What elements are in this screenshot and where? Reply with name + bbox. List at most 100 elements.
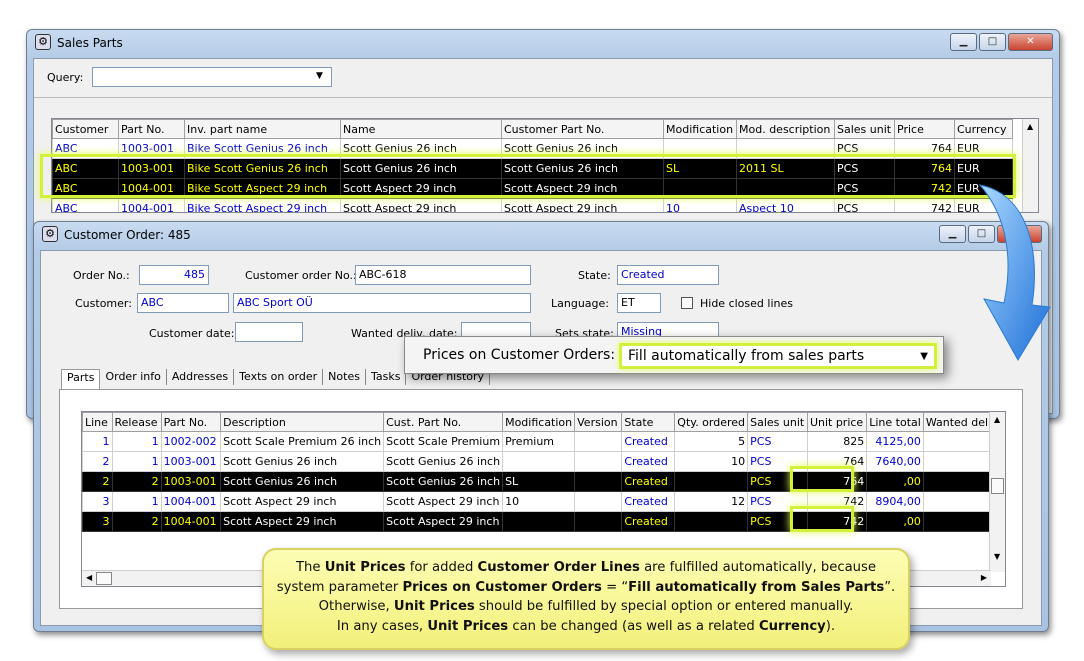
table-cell: [574, 491, 623, 512]
close-icon[interactable]: ✕: [1008, 33, 1053, 51]
window-title: Customer Order: 485: [64, 228, 191, 242]
column-header[interactable]: Line total: [866, 412, 924, 432]
table-row[interactable]: 3 2 1004-001 Scott Aspect 29 inch Scott Aspe…: [82, 511, 1005, 532]
customer-order-titlebar[interactable]: ⚙ Customer Order: 485 ▁ □ ✕: [34, 222, 1048, 248]
column-header[interactable]: Mod. description: [736, 119, 835, 139]
column-header[interactable]: Name: [340, 119, 502, 139]
hscroll-thumb[interactable]: [96, 572, 112, 585]
app-icon: ⚙: [35, 34, 51, 50]
column-header[interactable]: Cust. Part No.: [383, 412, 504, 432]
scroll-up-icon[interactable]: ▲: [994, 415, 1000, 424]
column-header[interactable]: Modification: [502, 412, 576, 432]
tab-notes[interactable]: Notes: [323, 369, 366, 385]
system-parameter-popup: Prices on Customer Orders: Fill automati…: [404, 336, 944, 374]
column-header[interactable]: Sales unit: [834, 119, 895, 139]
table-cell: Scott Scale Premium 26 inch: [220, 431, 385, 452]
maximize-icon[interactable]: □: [979, 33, 1006, 51]
scroll-right-icon[interactable]: ▶: [981, 573, 987, 582]
language-field[interactable]: ET: [617, 293, 661, 313]
table-cell: 2: [82, 451, 113, 472]
table-cell: [502, 511, 576, 532]
table-cell: [574, 511, 623, 532]
tab-order-info[interactable]: Order info: [100, 369, 167, 385]
table-cell: ABC: [52, 198, 119, 212]
table-cell: 1003-001: [160, 471, 222, 492]
customer-order-no-field[interactable]: ABC-618: [355, 265, 531, 285]
table-cell: Created: [621, 491, 676, 512]
column-header[interactable]: Description: [220, 412, 385, 432]
table-cell: [674, 471, 749, 492]
table-cell: 1: [111, 491, 162, 512]
table-cell: ,00: [866, 511, 924, 532]
column-header[interactable]: Currency: [954, 119, 1013, 139]
hide-closed-checkbox[interactable]: [681, 297, 693, 309]
minimize-icon[interactable]: ▁: [950, 33, 977, 51]
customer-order-no-label: Customer order No.:: [245, 269, 357, 282]
tab-addresses[interactable]: Addresses: [167, 369, 235, 385]
order-no-field[interactable]: 485: [139, 265, 209, 285]
table-cell: Scott Aspect 29 inch: [501, 198, 664, 212]
scroll-thumb[interactable]: [991, 478, 1004, 494]
column-header[interactable]: Line: [82, 412, 113, 432]
customer-name-field: ABC Sport OÜ: [233, 293, 531, 313]
table-cell: [502, 451, 576, 472]
table-cell: 1004-001: [160, 491, 222, 512]
scroll-down-icon[interactable]: ▼: [994, 552, 1000, 561]
table-cell: [674, 511, 749, 532]
table-cell: Scott Scale Premium: [383, 431, 504, 452]
table-cell: Scott Genius 26 inch: [220, 471, 385, 492]
table-cell: 1002-002: [160, 431, 222, 452]
column-header[interactable]: Modification: [663, 119, 737, 139]
sales-highlight: [40, 154, 1016, 198]
tab-parts[interactable]: Parts: [61, 369, 101, 389]
table-cell: Scott Genius 26 inch: [383, 471, 504, 492]
chevron-down-icon[interactable]: ▼: [316, 71, 323, 81]
table-cell: 7640,00: [866, 451, 924, 472]
table-cell: 2: [82, 471, 113, 492]
scroll-left-icon[interactable]: ◀: [86, 573, 92, 582]
chevron-down-icon[interactable]: ▼: [920, 351, 928, 362]
table-cell: Created: [621, 451, 676, 472]
customer-field[interactable]: ABC: [137, 293, 229, 313]
table-row[interactable]: 2 2 1003-001 Scott Genius 26 inch Scott Geni…: [82, 471, 1005, 492]
column-header[interactable]: State: [621, 412, 676, 432]
arrow-icon: [978, 184, 1051, 361]
table-row[interactable]: 1 1 1002-002 Scott Scale Premium 26 inch Sco…: [82, 431, 1005, 452]
column-header[interactable]: Customer Part No.: [501, 119, 664, 139]
column-header[interactable]: Version: [574, 412, 623, 432]
table-row[interactable]: 2 1 1003-001 Scott Genius 26 inch Scott Geni…: [82, 451, 1005, 472]
minimize-icon[interactable]: ▁: [939, 225, 966, 243]
column-header[interactable]: Part No.: [160, 412, 222, 432]
table-cell: Created: [621, 471, 676, 492]
table-row[interactable]: 3 1 1004-001 Scott Aspect 29 inch Scott Aspe…: [82, 491, 1005, 512]
column-header[interactable]: Release: [111, 412, 162, 432]
column-header[interactable]: Price: [894, 119, 955, 139]
table-cell: Aspect 10: [736, 198, 835, 212]
vertical-scrollbar[interactable]: ▲ ▼: [989, 412, 1005, 572]
column-header[interactable]: Qty. ordered: [674, 412, 749, 432]
table-cell: Created: [621, 511, 676, 532]
customer-date-field[interactable]: [235, 322, 303, 342]
column-header[interactable]: Sales unit: [747, 412, 808, 432]
table-cell: Bike Scott Aspect 29 inch: [184, 198, 341, 212]
table-cell: 825: [806, 431, 868, 452]
tab-tasks[interactable]: Tasks: [366, 369, 407, 385]
unit-price-highlight-2: [790, 506, 854, 532]
column-header[interactable]: Unit price: [806, 412, 868, 432]
tab-texts-on-order[interactable]: Texts on order: [234, 369, 324, 385]
column-header[interactable]: Customer: [52, 119, 119, 139]
sales-parts-titlebar[interactable]: ⚙ Sales Parts ▁ □ ✕: [27, 30, 1059, 56]
column-header[interactable]: Part No.: [118, 119, 185, 139]
prices-param-label: Prices on Customer Orders:: [423, 347, 616, 363]
table-cell: Scott Aspect 29 inch: [383, 511, 504, 532]
table-row[interactable]: ABC 1004-001 Bike Scott Aspect 29 inch Scot…: [52, 198, 1013, 212]
language-label: Language:: [551, 297, 609, 310]
window-title: Sales Parts: [57, 36, 123, 50]
table-cell: 1: [111, 451, 162, 472]
prices-param-select[interactable]: Fill automatically from sales parts ▼: [619, 343, 937, 369]
query-select[interactable]: [92, 67, 332, 87]
table-cell: 1: [82, 431, 113, 452]
scroll-up-icon[interactable]: ▲: [1027, 122, 1033, 131]
table-cell: Premium: [502, 431, 576, 452]
column-header[interactable]: Inv. part name: [184, 119, 341, 139]
